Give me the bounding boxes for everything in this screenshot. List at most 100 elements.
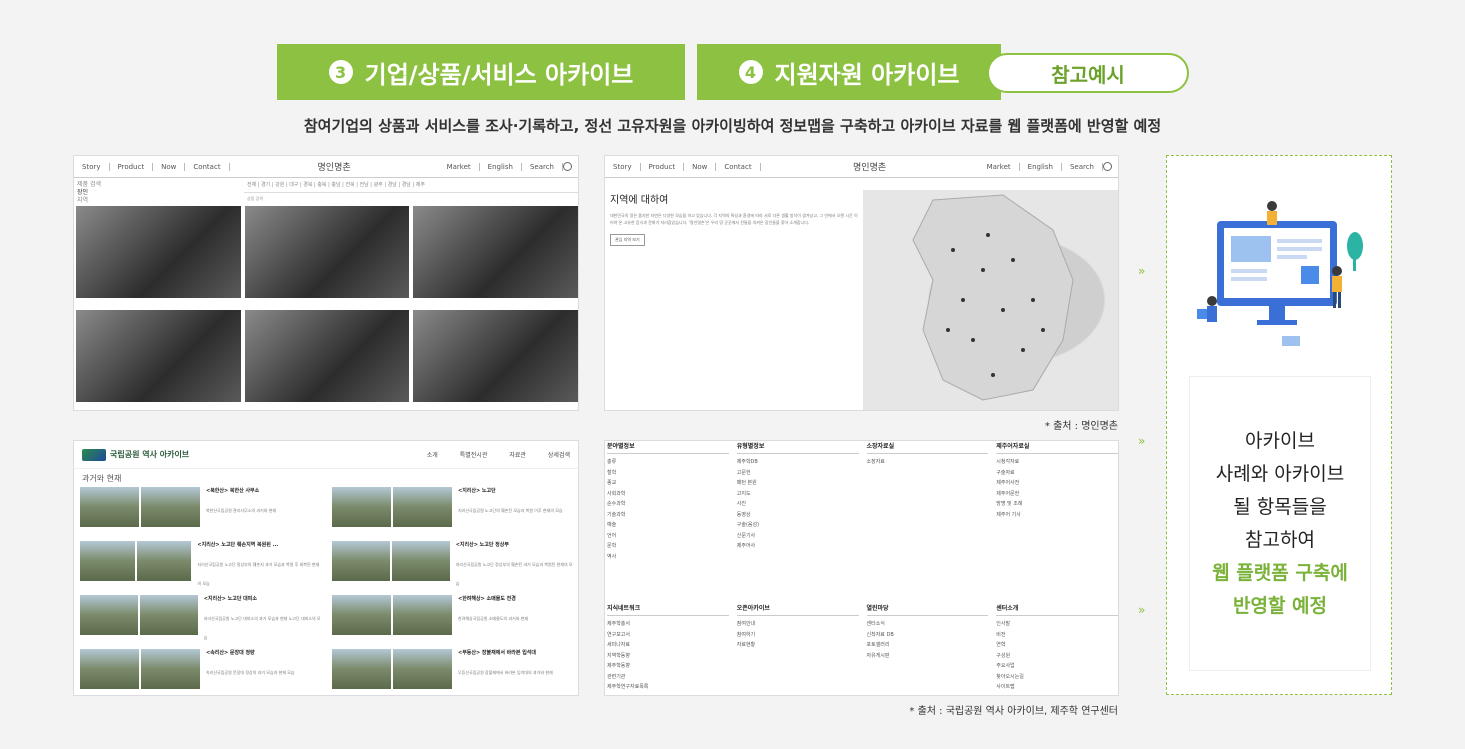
sitemap-link[interactable]: 제주어사전 xyxy=(996,478,1118,489)
sitemap-link[interactable]: 찾아오시는길 xyxy=(996,672,1118,683)
sitemap-link[interactable]: 지역학동향 xyxy=(607,651,729,662)
column-heading[interactable]: 오픈아카이브 xyxy=(736,603,859,616)
list-item[interactable]: <지리산> 노고단 지리산국립공원 노고단의 훼손전 모습과 복원 이후 현재의 … xyxy=(332,487,574,527)
sitemap-link[interactable]: 패턴 본원 xyxy=(737,478,859,489)
nav-search[interactable]: 상세검색 xyxy=(548,450,570,459)
sitemap-link[interactable]: 참여하기 xyxy=(737,630,859,641)
sitemap-link[interactable]: 제주어사 xyxy=(737,541,859,552)
region-filter[interactable]: 전체 | 경기 | 강원 | 대구 | 경북 | 충북 | 충남 | 전북 | … xyxy=(244,179,578,193)
sitemap-link[interactable]: 순수과학 xyxy=(607,499,729,510)
product-card[interactable] xyxy=(244,310,410,410)
column-heading[interactable]: 지식네트워크 xyxy=(607,603,729,616)
nav-exhibition[interactable]: 특별전시관 xyxy=(460,450,488,459)
column-heading[interactable]: 센터소개 xyxy=(996,603,1118,616)
sitemap-link[interactable]: 신문기사 xyxy=(737,531,859,542)
sitemap-link[interactable]: 연혁 xyxy=(996,640,1118,651)
sitemap-link[interactable]: 관련기관 xyxy=(607,672,729,683)
nav-search[interactable]: Search xyxy=(1062,162,1103,171)
nav-story[interactable]: Story xyxy=(605,162,641,171)
nav-contact[interactable]: Contact xyxy=(185,162,230,171)
sitemap-link[interactable]: 구술(음성) xyxy=(737,520,859,531)
column-heading[interactable]: 열린마당 xyxy=(866,603,989,616)
column-heading[interactable]: 제주어자료실 xyxy=(996,441,1118,454)
sitemap-link[interactable]: 동영상 xyxy=(737,510,859,521)
sidebar-item[interactable]: 장인 xyxy=(77,189,239,197)
sidebar-item[interactable]: 지역 xyxy=(77,197,239,205)
sitemap-link[interactable]: 총류 xyxy=(607,457,729,468)
sitemap-link[interactable]: 자료현황 xyxy=(737,640,859,651)
sitemap-link[interactable]: 주요사업 xyxy=(996,661,1118,672)
sitemap-link[interactable]: 문학 xyxy=(607,541,729,552)
sitemap-link[interactable]: 참여안내 xyxy=(737,619,859,630)
sitemap-link[interactable]: 시청각자료 xyxy=(996,457,1118,468)
product-card[interactable] xyxy=(244,206,410,306)
search-icon[interactable] xyxy=(1103,162,1112,171)
sitemap-link[interactable]: 사회과학 xyxy=(607,489,729,500)
product-card[interactable] xyxy=(413,310,578,410)
sitemap-link[interactable]: 사이트맵 xyxy=(996,682,1118,693)
sitemap-link[interactable]: 세미나자료 xyxy=(607,640,729,651)
region-button[interactable]: 관심 지역 보기 xyxy=(610,234,645,246)
column-heading[interactable]: 유형별정보 xyxy=(736,441,859,454)
nav-english[interactable]: English xyxy=(480,162,522,171)
nav-now[interactable]: Now xyxy=(684,162,717,171)
nav-contact[interactable]: Contact xyxy=(716,162,761,171)
sitemap-link[interactable]: 예술 xyxy=(607,520,729,531)
product-card[interactable] xyxy=(413,206,578,306)
sitemap-link[interactable]: 역사 xyxy=(607,552,729,563)
sitemap-link[interactable]: 제주어 기사 xyxy=(996,510,1118,521)
korea-map[interactable] xyxy=(863,190,1118,410)
sitemap-link[interactable]: 구성원 xyxy=(996,651,1118,662)
sitemap-link[interactable]: 기술과학 xyxy=(607,510,729,521)
sitemap-link[interactable]: 종교 xyxy=(607,478,729,489)
sitemap-link[interactable]: 제주학DB xyxy=(737,457,859,468)
nav-product[interactable]: Product xyxy=(110,162,154,171)
sidebar-item[interactable]: 제품 검색 xyxy=(77,181,239,189)
list-item[interactable]: <지리산> 노고단 대피소 지리산국립공원 노고단 대피소의 과거 모습과 현재 … xyxy=(80,595,322,640)
sitemap-link[interactable]: 연구보고서 xyxy=(607,630,729,641)
sitemap-link[interactable]: 인사말 xyxy=(996,619,1118,630)
sitemap-link[interactable]: 소장자료 xyxy=(867,457,989,468)
sitemap-link[interactable]: 자유게시판 xyxy=(867,651,989,662)
nav-product[interactable]: Product xyxy=(641,162,685,171)
sitemap-link[interactable]: 제주학동향 xyxy=(607,661,729,672)
search-icon[interactable] xyxy=(563,162,572,171)
sitemap-link[interactable]: 센터소식 xyxy=(867,619,989,630)
list-item[interactable]: <북한산> 북한산 사무소 북한산국립공원 관리사무소의 과거와 현재 xyxy=(80,487,322,527)
thumbnails xyxy=(332,595,452,635)
sitemap-link[interactable]: 사진 xyxy=(737,499,859,510)
sitemap-link[interactable]: 신착자료 DB xyxy=(867,630,989,641)
nav-archive[interactable]: 자료관 xyxy=(509,450,526,459)
sitemap-link[interactable]: 포토갤러리 xyxy=(867,640,989,651)
list-item[interactable]: <무등산> 장불재에서 바라본 입석대 무등산국립공원 장불재에서 바라본 입석대… xyxy=(332,649,574,689)
nav-english[interactable]: English xyxy=(1020,162,1062,171)
search-filter[interactable]: 상품 검색 xyxy=(244,196,578,204)
list-item[interactable]: <지리산> 노고단 정상부 지리산국립공원 노고단 정상부의 훼손된 과거 모습과… xyxy=(332,541,574,586)
list-item[interactable]: <한려해상> 소매물도 전경 한려해상국립공원 소매물도의 과거와 현재 xyxy=(332,595,574,635)
nav-about[interactable]: 소개 xyxy=(427,450,438,459)
nav-search[interactable]: Search xyxy=(522,162,563,171)
sitemap-link[interactable]: 철학 xyxy=(607,468,729,479)
nav-market[interactable]: Market xyxy=(439,162,480,171)
site-logo[interactable]: 명인명촌 xyxy=(761,160,979,173)
product-card[interactable] xyxy=(76,310,241,410)
sitemap-link[interactable]: 언어 xyxy=(607,531,729,542)
site-logo[interactable]: 국립공원 역사 아카이브 xyxy=(82,448,189,461)
nav-market[interactable]: Market xyxy=(979,162,1020,171)
sitemap-link[interactable]: 제주학총서 xyxy=(607,619,729,630)
sitemap-link[interactable]: 고지도 xyxy=(737,489,859,500)
column-heading[interactable]: 소장자료실 xyxy=(866,441,989,454)
sitemap-link[interactable]: 구술자료 xyxy=(996,468,1118,479)
sitemap-link[interactable]: 제주학연구자료목록 xyxy=(607,682,729,693)
sitemap-link[interactable]: 비전 xyxy=(996,630,1118,641)
list-item[interactable]: <지리산> 노고단 훼손지역 복원된 ... 지리산국립공원 노고단 정상부의 훼… xyxy=(80,541,322,586)
column-heading[interactable]: 분야별정보 xyxy=(607,441,729,454)
nav-now[interactable]: Now xyxy=(153,162,186,171)
list-item[interactable]: <속리산> 문장대 정량 속리산국립공원 문장대 정상의 과거 모습과 현재 모습 xyxy=(80,649,322,689)
nav-story[interactable]: Story xyxy=(74,162,110,171)
sitemap-link[interactable]: 방명 및 조례 xyxy=(996,499,1118,510)
site-logo[interactable]: 명인명촌 xyxy=(230,160,439,173)
sitemap-link[interactable]: 고문헌 xyxy=(737,468,859,479)
product-card[interactable] xyxy=(76,206,241,306)
sitemap-link[interactable]: 제주어문헌 xyxy=(996,489,1118,500)
